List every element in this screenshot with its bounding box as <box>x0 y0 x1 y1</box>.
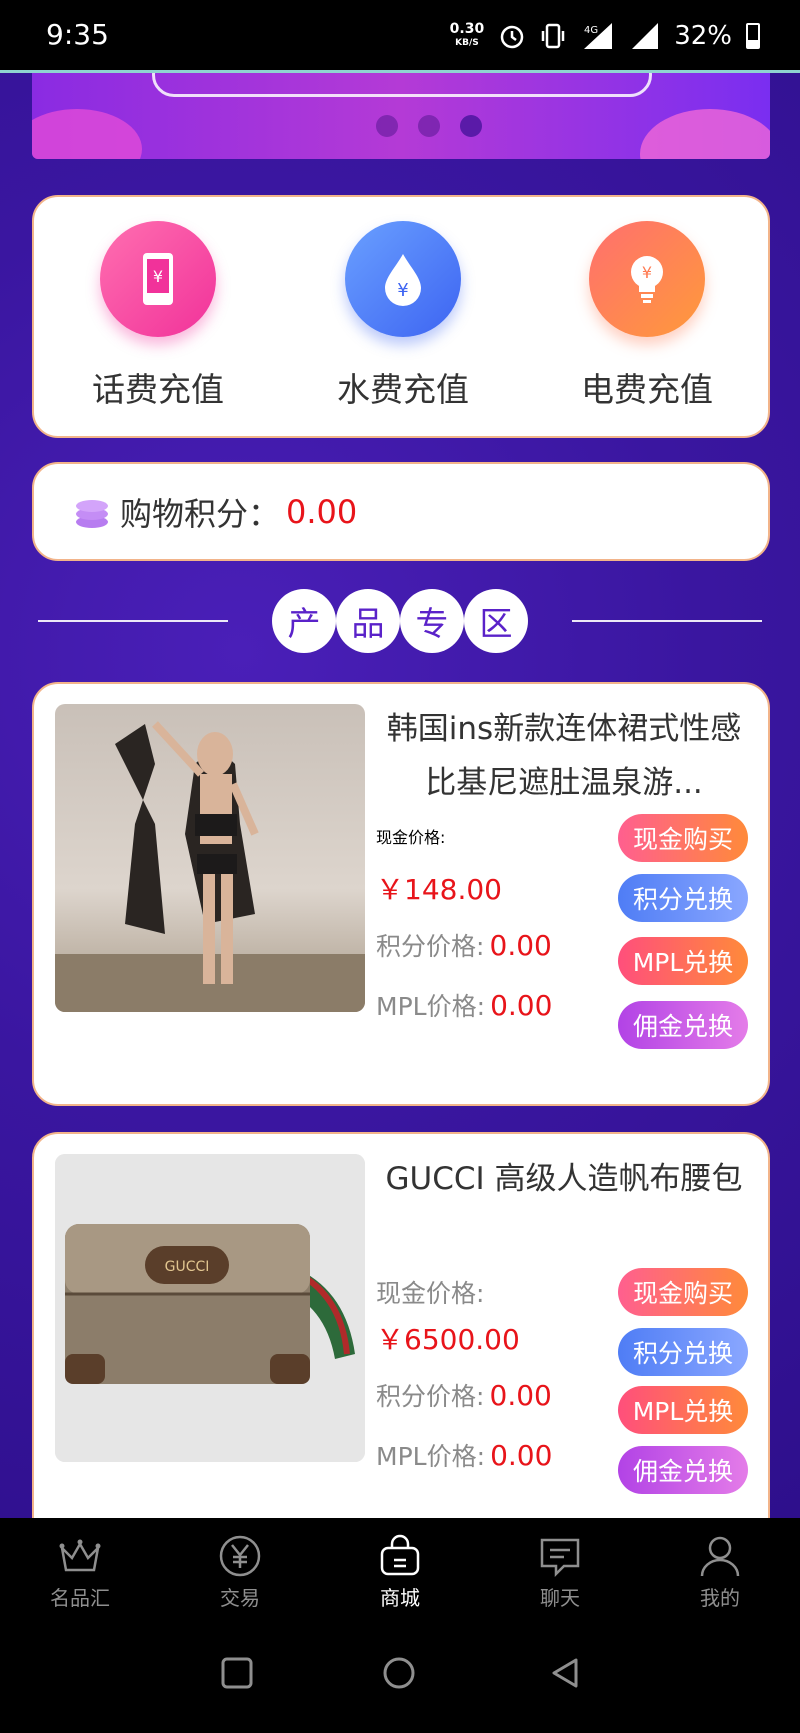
mpl-price-value: 0.00 <box>490 1439 553 1472</box>
recent-apps-icon[interactable] <box>220 1656 254 1690</box>
product-card[interactable]: 韩国ins新款连体裙式性感比基尼遮肚温泉游... 现金价格: ￥148.00 积… <box>32 682 770 1106</box>
section-char: 产 <box>272 589 336 653</box>
cash-buy-button[interactable]: 现金购买 <box>618 1268 748 1316</box>
commission-exchange-button[interactable]: 佣金兑换 <box>618 1001 748 1049</box>
product-image-belt-bag[interactable]: GUCCI <box>55 1154 365 1462</box>
mpl-price-value: 0.00 <box>490 989 553 1022</box>
coins-icon <box>76 499 108 528</box>
section-char: 品 <box>336 589 400 653</box>
product-section-title: 产 品 专 区 <box>0 589 800 653</box>
signal-icon <box>632 23 659 49</box>
bottom-tab-bar: 名品汇 交易 商城 聊天 我的 <box>0 1518 800 1616</box>
banner-dot[interactable] <box>418 115 440 137</box>
tab-brand-collection[interactable]: 名品汇 <box>0 1518 160 1616</box>
tab-label: 名品汇 <box>50 1586 110 1610</box>
points-price-value: 0.00 <box>489 1379 552 1412</box>
cash-price-value: ￥148.00 <box>376 873 502 906</box>
mpl-exchange-button[interactable]: MPL兑换 <box>618 937 748 985</box>
points-price-label: 积分价格: <box>376 1382 485 1411</box>
svg-text:¥: ¥ <box>642 263 652 282</box>
points-exchange-button[interactable]: 积分兑换 <box>618 874 748 922</box>
shopping-bag-icon <box>380 1534 420 1576</box>
electric-recharge-button[interactable]: ¥ 电费充值 <box>557 221 737 411</box>
phone-icon: ¥ <box>100 221 216 337</box>
battery-percent: 32% <box>674 21 732 51</box>
svg-text:GUCCI: GUCCI <box>165 1259 210 1275</box>
promo-banner[interactable] <box>32 73 770 159</box>
cash-price-label: 现金价格: <box>376 1279 485 1308</box>
points-price-value: 0.00 <box>489 929 552 962</box>
svg-text:¥: ¥ <box>153 267 163 286</box>
commission-exchange-button[interactable]: 佣金兑换 <box>618 1446 748 1494</box>
mpl-price-label: MPL价格: <box>376 1442 485 1471</box>
section-char: 专 <box>400 589 464 653</box>
svg-text:4G: 4G <box>584 25 598 36</box>
section-char: 区 <box>464 589 528 653</box>
points-exchange-button[interactable]: 积分兑换 <box>618 1328 748 1376</box>
divider-right <box>572 620 762 622</box>
water-recharge-label: 水费充值 <box>337 370 469 409</box>
battery-icon <box>746 23 760 49</box>
mpl-price-label: MPL价格: <box>376 992 485 1021</box>
tab-mine[interactable]: 我的 <box>640 1518 800 1616</box>
divider-left <box>38 620 228 622</box>
tab-label: 我的 <box>700 1586 740 1610</box>
tab-label: 聊天 <box>540 1586 580 1610</box>
banner-pagination <box>376 115 482 137</box>
product-name[interactable]: 韩国ins新款连体裙式性感比基尼遮肚温泉游... <box>374 702 754 810</box>
svg-text:¥: ¥ <box>397 280 408 301</box>
banner-dot[interactable] <box>376 115 398 137</box>
mall-content: ¥ 话费充值 ¥ 水费充值 ¥ 电费充值 购物积分： 0.00 产 品 专 区 … <box>0 73 800 1518</box>
product-name[interactable]: GUCCI 高级人造帆布腰包 <box>374 1152 754 1206</box>
cash-price-label: 现金价格: <box>376 828 446 847</box>
shopping-points-card[interactable]: 购物积分： 0.00 <box>32 462 770 561</box>
tab-trade[interactable]: 交易 <box>160 1518 320 1616</box>
points-label: 购物积分： <box>120 494 281 533</box>
status-time: 9:35 <box>46 18 109 51</box>
phone-recharge-label: 话费充值 <box>92 370 224 409</box>
recharge-card: ¥ 话费充值 ¥ 水费充值 ¥ 电费充值 <box>32 195 770 438</box>
chat-icon <box>540 1538 580 1578</box>
tab-label: 交易 <box>220 1586 260 1610</box>
status-bar: 9:35 0.30 KB/S 4G 32% <box>0 0 800 72</box>
water-recharge-button[interactable]: ¥ 水费充值 <box>313 221 493 411</box>
signal-4g-icon: 4G <box>584 23 613 49</box>
tab-chat[interactable]: 聊天 <box>480 1518 640 1616</box>
water-drop-icon: ¥ <box>345 221 461 337</box>
cash-buy-button[interactable]: 现金购买 <box>618 814 748 862</box>
light-bulb-icon: ¥ <box>589 221 705 337</box>
yen-circle-icon <box>219 1535 261 1577</box>
system-nav-bar <box>0 1616 800 1733</box>
phone-recharge-button[interactable]: ¥ 话费充值 <box>68 221 248 411</box>
alarm-icon <box>500 25 524 49</box>
tab-label: 商城 <box>380 1586 420 1610</box>
home-icon[interactable] <box>382 1656 416 1690</box>
tab-mall[interactable]: 商城 <box>320 1518 480 1616</box>
crown-icon <box>59 1539 101 1572</box>
banner-dot-active[interactable] <box>460 115 482 137</box>
points-price-label: 积分价格: <box>376 932 485 961</box>
mpl-exchange-button[interactable]: MPL兑换 <box>618 1386 748 1434</box>
vibrate-icon <box>541 23 565 49</box>
product-image-swimsuit[interactable] <box>55 704 365 1012</box>
product-card[interactable]: GUCCI GUCCI 高级人造帆布腰包 现金价格: ￥6500.00 积分价格… <box>32 1132 770 1518</box>
person-icon <box>700 1536 740 1577</box>
points-value: 0.00 <box>286 492 358 531</box>
electric-recharge-label: 电费充值 <box>581 370 713 409</box>
net-speed: 0.30 KB/S <box>449 21 485 48</box>
back-icon[interactable] <box>548 1656 582 1690</box>
cash-price-value: ￥6500.00 <box>376 1323 520 1356</box>
